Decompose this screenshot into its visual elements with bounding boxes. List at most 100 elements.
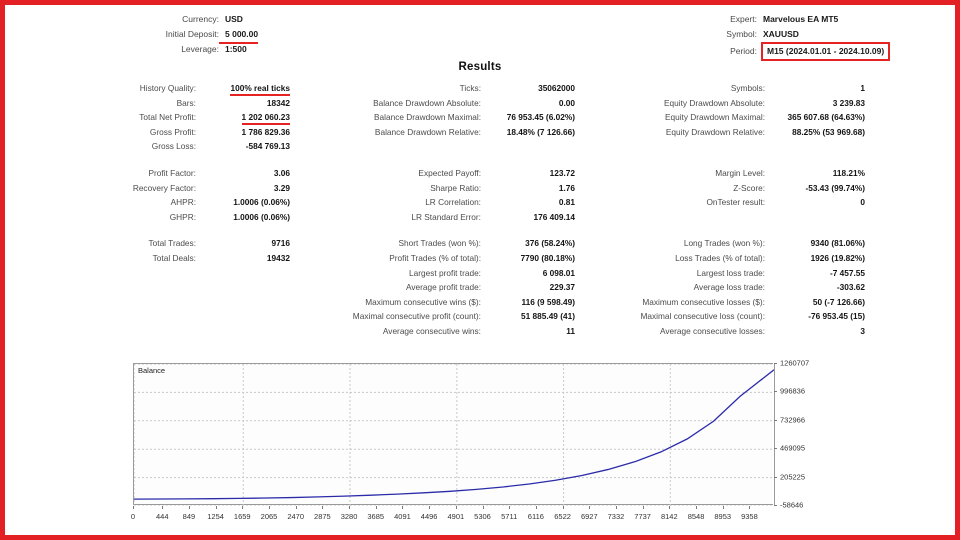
stat-label: Long Trades (won %): <box>683 238 765 249</box>
y-axis-line <box>774 363 775 506</box>
stat-value: 18342 <box>266 97 290 108</box>
stats-cell: Bars: 18342 <box>5 96 290 111</box>
stat-label: Equity Drawdown Relative: <box>665 126 765 137</box>
stat-value: 1 <box>860 83 865 93</box>
stat-label: AHPR: <box>170 197 196 208</box>
stats-row: History Quality: 100% real ticks Ticks: 35… <box>5 81 955 96</box>
stat-value: 0 <box>860 197 865 208</box>
header-row-initial-deposit: Initial Deposit: 5 000.00 <box>123 27 259 44</box>
currency-label: Currency: <box>182 14 219 24</box>
stats-cell: Gross Profit: 1 786 829.36 <box>5 125 290 140</box>
stat-value: 9340 (81.06%) <box>810 238 865 249</box>
y-axis-tick-label: 996836 <box>780 386 806 396</box>
stat-label: Average consecutive wins: <box>382 325 481 336</box>
stats-cell: GHPR: 1.0006 (0.06%) <box>5 210 290 225</box>
stat-label: Equity Drawdown Maximal: <box>664 112 765 123</box>
stats-cell: History Quality: 100% real ticks <box>5 81 290 96</box>
stats-cell: Balance Drawdown Absolute: 0.00 <box>290 96 575 111</box>
chart-x-axis: 0 444 849 1254 1659 2065 2470 2875 3280 3685 4091 4… <box>130 506 774 528</box>
x-axis-tick-mark <box>162 506 164 509</box>
page-title: Results <box>458 61 502 73</box>
x-axis-tick-label: 0 <box>130 512 136 521</box>
x-axis-tick-mark <box>215 506 217 509</box>
x-axis-tick-mark <box>375 506 377 509</box>
stats-cell: Balance Drawdown Relative: 18.48% (7 126.… <box>290 125 575 140</box>
y-axis-tick-mark <box>774 391 777 393</box>
x-axis-tick-mark <box>402 506 404 509</box>
stats-cell <box>5 295 290 310</box>
stats-cell: Short Trades (won %): 376 (58.24%) <box>290 236 575 251</box>
stat-value: 76 953.45 (6.02%) <box>506 112 575 123</box>
stat-value: 3.29 <box>273 182 290 193</box>
x-axis-tick-label: 8142 <box>660 512 678 521</box>
x-axis-tick-mark <box>322 506 324 509</box>
stats-cell: Long Trades (won %): 9340 (81.06%) <box>575 236 865 251</box>
expert-label: Expert: <box>730 14 757 24</box>
stats-cell: Recovery Factor: 3.29 <box>5 181 290 196</box>
x-axis-tick-label: 4496 <box>420 512 438 521</box>
stat-label: Z-Score: <box>733 182 765 193</box>
stats-cell: Equity Drawdown Relative: 88.25% (53 969.… <box>575 125 865 140</box>
stat-label: Margin Level: <box>715 167 765 178</box>
x-axis-tick-label: 5306 <box>474 512 491 521</box>
stat-value: 116 (9 598.49) <box>521 296 575 307</box>
stats-cell: Maximal consecutive profit (count): 51 88… <box>290 309 575 324</box>
stats-cell: Z-Score: -53.43 (99.74%) <box>575 181 865 196</box>
stat-label: Total Deals: <box>152 252 196 263</box>
x-axis-tick-mark <box>749 506 751 509</box>
x-axis-tick-mark <box>615 506 617 509</box>
stats-group-ratios: Profit Factor: 3.06 Expected Payoff: 123.7… <box>5 166 955 224</box>
stats-cell <box>5 324 290 339</box>
x-axis-tick-label: 7332 <box>607 512 625 521</box>
stats-cell: Loss Trades (% of total): 1926 (19.82%) <box>575 251 865 266</box>
stat-label: Balance Drawdown Absolute: <box>373 97 481 108</box>
header-row-expert: Expert: Marvelous EA MT5 <box>705 12 890 27</box>
x-axis-tick-mark <box>242 506 244 509</box>
symbol-label: Symbol: <box>726 29 757 39</box>
stats-cell <box>5 280 290 295</box>
stats-row: Total Trades: 9716 Short Trades (won %): 3… <box>5 236 955 251</box>
stats-cell: Average profit trade: 229.37 <box>290 280 575 295</box>
stat-label: Balance Drawdown Relative: <box>374 126 481 137</box>
stats-row: Profit Factor: 3.06 Expected Payoff: 123.7… <box>5 166 955 181</box>
stat-value: 3 239.83 <box>832 97 865 108</box>
x-axis-tick-label: 2875 <box>314 512 331 521</box>
leverage-value: 1:500 <box>225 44 247 54</box>
chart-legend: Balance <box>138 366 166 375</box>
y-axis-tick-label: -58646 <box>780 500 804 510</box>
x-axis-tick-label: 6116 <box>527 512 544 521</box>
x-axis-tick-mark <box>722 506 724 509</box>
stat-value: 1 202 060.23 <box>196 110 290 126</box>
stats-cell: Maximum consecutive losses ($): 50 (-7 12… <box>575 295 865 310</box>
stat-value: 176 409.14 <box>533 211 575 222</box>
stat-value: 0.81 <box>558 197 575 208</box>
x-axis-tick-mark <box>509 506 511 509</box>
stat-label: Average consecutive losses: <box>660 325 765 336</box>
stats-cell: Largest profit trade: 6 098.01 <box>290 266 575 281</box>
stats-row: Gross Profit: 1 786 829.36 Balance Drawdo… <box>5 125 955 140</box>
y-axis-tick-mark <box>774 476 777 478</box>
stat-value: 50 (-7 126.66) <box>812 296 865 307</box>
stat-value: 7790 (80.18%) <box>520 252 575 263</box>
stats-cell: Gross Loss: -584 769.13 <box>5 139 290 154</box>
stat-label: History Quality: <box>139 83 196 93</box>
x-axis-tick-label: 1254 <box>207 512 224 521</box>
stats-cell: Average consecutive losses: 3 <box>575 324 865 339</box>
stat-label: Maximum consecutive losses ($): <box>642 296 765 307</box>
stats-cell: AHPR: 1.0006 (0.06%) <box>5 195 290 210</box>
stat-label: Average loss trade: <box>693 282 765 293</box>
stats-cell <box>290 139 575 154</box>
x-axis-tick-mark <box>429 506 431 509</box>
stats-cell: OnTester result: 0 <box>575 195 865 210</box>
stat-value-text: 1 202 060.23 <box>241 112 290 126</box>
report-page: Currency: USD Initial Deposit: 5 000.00 … <box>5 5 955 535</box>
stat-value: -7 457.55 <box>829 267 865 278</box>
chart-y-axis: 1260707 996836 732966 469095 205225 -58646 <box>774 359 834 510</box>
stat-label: Short Trades (won %): <box>398 238 481 249</box>
stats-cell: Total Deals: 19432 <box>5 251 290 266</box>
stats-cell: Average loss trade: -303.62 <box>575 280 865 295</box>
y-axis-tick-mark <box>774 505 777 506</box>
x-axis-tick-mark <box>295 506 297 509</box>
stat-value: 229.37 <box>549 282 575 293</box>
x-axis-tick-mark <box>349 506 351 509</box>
